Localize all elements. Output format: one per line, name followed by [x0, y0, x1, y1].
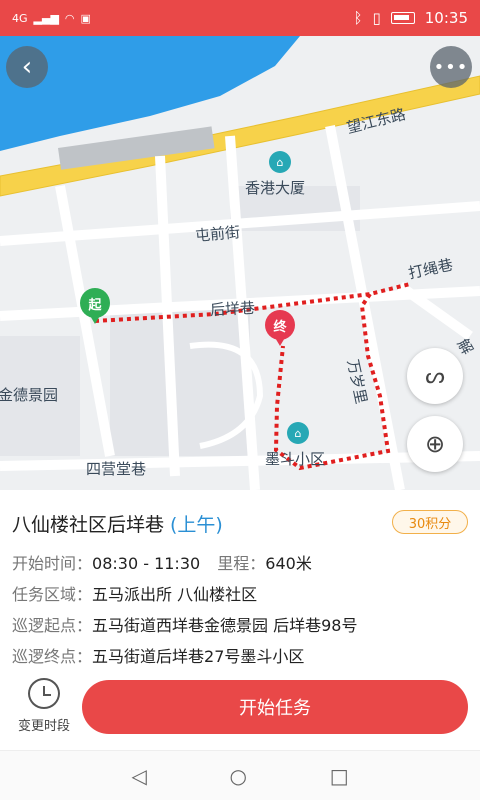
locate-button[interactable]: ⊕ — [407, 416, 463, 472]
back-button[interactable]: ‹ — [6, 46, 48, 88]
wifi-icon: ◠ — [64, 11, 75, 25]
network-type: 4G — [12, 11, 28, 25]
start-task-button[interactable]: 开始任务 — [82, 680, 468, 734]
place-label-modou: 墨斗小区 — [265, 450, 326, 468]
info-row-area: 任务区域：五马派出所 八仙楼社区 — [12, 581, 257, 605]
start-marker: 起 — [80, 288, 110, 326]
bluetooth-icon: ᛒ — [353, 9, 363, 27]
signal-icon: ▂▄▆ — [33, 11, 59, 25]
start-point-value: 五马街道西垟巷金德景园 后垟巷98号 — [92, 616, 358, 635]
more-icon: ••• — [433, 56, 469, 78]
start-time-value: 08:30 - 11:30 — [92, 554, 201, 573]
building-icon: ⌂ — [269, 151, 291, 173]
clock-time: 10:35 — [424, 9, 468, 27]
place-label-hongkong: 香港大厦 — [245, 179, 306, 197]
info-row-end-point: 巡逻终点：五马街道后垟巷27号墨斗小区 — [12, 643, 304, 667]
area-key: 任务区域： — [12, 585, 93, 604]
map-view[interactable]: 望江东路 屯前街 后垟巷 打绳巷 四营堂巷 万岁里 解 ⌂ 香港大厦 金德景园 … — [0, 36, 480, 490]
change-period-button[interactable]: 变更时段 — [8, 678, 80, 734]
end-point-value: 五马街道后垟巷27号墨斗小区 — [92, 647, 305, 666]
points-badge: 30积分 — [392, 510, 468, 534]
status-bar: 4G ▂▄▆ ◠ ▣ ᛒ ▯ 10:35 — [0, 0, 480, 36]
change-period-label: 变更时段 — [17, 719, 70, 734]
info-row-time: 开始时间：08:30 - 11:30 里程：640米 — [12, 550, 312, 574]
back-icon: ‹ — [21, 52, 33, 82]
battery-icon — [390, 12, 415, 24]
road-label-houyang: 后垟巷 — [209, 298, 256, 320]
nav-back-icon[interactable]: ◁ — [131, 764, 146, 788]
task-panel: 八仙楼社区后垟巷 (上午) 30积分 开始时间：08:30 - 11:30 里程：… — [0, 490, 480, 750]
vibrate-icon: ▯ — [372, 9, 381, 27]
route-toggle-button[interactable]: ᔕ — [407, 348, 463, 404]
building-icon: ⌂ — [287, 422, 309, 444]
clock-icon — [28, 678, 60, 709]
task-period: (上午) — [170, 514, 223, 536]
system-nav-bar: ◁ ○ □ — [0, 750, 480, 800]
mileage-value: 640米 — [265, 554, 312, 573]
more-button[interactable]: ••• — [430, 46, 472, 88]
nav-recents-icon[interactable]: □ — [330, 764, 349, 788]
start-time-key: 开始时间： — [12, 554, 93, 573]
info-row-start-point: 巡逻起点：五马街道西垟巷金德景园 后垟巷98号 — [12, 612, 357, 636]
road-label-sijingtang: 四营堂巷 — [86, 460, 147, 478]
task-name: 八仙楼社区后垟巷 — [12, 514, 165, 536]
status-right: ᛒ ▯ 10:35 — [353, 9, 468, 27]
start-point-key: 巡逻起点： — [12, 616, 93, 635]
end-marker: 终 — [265, 310, 295, 348]
area-value: 五马派出所 八仙楼社区 — [92, 585, 258, 604]
place-label-jinde: 金德景园 — [0, 386, 59, 404]
mileage-key: 里程： — [217, 554, 266, 573]
end-point-key: 巡逻终点： — [12, 647, 93, 666]
nav-home-icon[interactable]: ○ — [230, 764, 247, 788]
task-title: 八仙楼社区后垟巷 (上午) — [12, 510, 223, 537]
status-left: 4G ▂▄▆ ◠ ▣ — [12, 12, 91, 25]
road-label-tunqian: 屯前街 — [194, 223, 241, 245]
route-icon: ᔕ — [425, 363, 445, 389]
crosshair-icon: ⊕ — [424, 430, 446, 458]
app-notify-icon: ▣ — [80, 11, 91, 25]
